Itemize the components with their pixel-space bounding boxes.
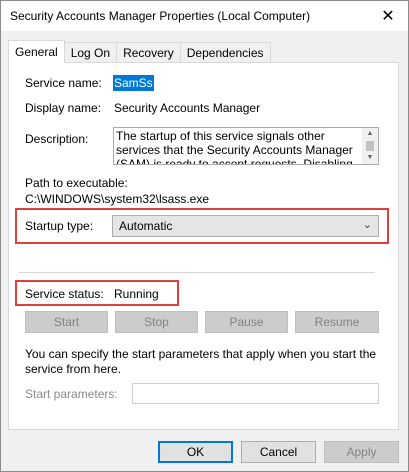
- tab-recovery[interactable]: Recovery: [116, 42, 181, 63]
- start-params-label: Start parameters:: [25, 387, 118, 401]
- close-icon: ✕: [381, 8, 395, 25]
- window-title: Security Accounts Manager Properties (Lo…: [10, 9, 311, 23]
- close-button[interactable]: ✕: [368, 1, 408, 31]
- start-button[interactable]: Start: [25, 311, 108, 333]
- description-scrollbar[interactable]: ▲ ▼: [362, 128, 378, 164]
- path-value: C:\WINDOWS\system32\lsass.exe: [25, 192, 210, 206]
- stop-button[interactable]: Stop: [115, 311, 198, 333]
- tab-strip: General Log On Recovery Dependencies: [8, 40, 271, 63]
- path-label: Path to executable:: [25, 176, 128, 190]
- description-textbox[interactable]: The startup of this service signals othe…: [113, 127, 379, 165]
- pause-button[interactable]: Pause: [205, 311, 288, 333]
- display-name-label: Display name:: [25, 101, 102, 115]
- title-bar[interactable]: Security Accounts Manager Properties (Lo…: [1, 1, 408, 31]
- description-text: The startup of this service signals othe…: [116, 129, 353, 165]
- scroll-up-arrow-icon[interactable]: ▲: [362, 128, 378, 140]
- service-status-label: Service status:: [25, 287, 104, 301]
- startup-type-label: Startup type:: [25, 219, 94, 233]
- ok-button[interactable]: OK: [158, 441, 233, 463]
- chevron-down-icon: ⌄: [362, 219, 372, 231]
- scroll-down-arrow-icon[interactable]: ▼: [362, 152, 378, 164]
- start-params-help-text: You can specify the start parameters tha…: [25, 347, 377, 376]
- service-name-value[interactable]: SamSs: [113, 75, 154, 91]
- service-status-value: Running: [114, 287, 159, 301]
- resume-button[interactable]: Resume: [295, 311, 379, 333]
- scroll-thumb[interactable]: [366, 141, 374, 151]
- tab-log-on[interactable]: Log On: [63, 42, 118, 63]
- apply-button[interactable]: Apply: [324, 441, 399, 463]
- properties-dialog: Security Accounts Manager Properties (Lo…: [0, 0, 409, 472]
- section-divider: [19, 272, 375, 273]
- start-params-input[interactable]: [132, 383, 379, 404]
- display-name-value[interactable]: Security Accounts Manager: [114, 101, 260, 115]
- description-label: Description:: [25, 132, 89, 146]
- startup-type-value: Automatic: [119, 219, 173, 233]
- tab-dependencies[interactable]: Dependencies: [179, 42, 271, 63]
- tab-general[interactable]: General: [8, 40, 65, 63]
- startup-type-dropdown[interactable]: Automatic ⌄: [112, 215, 379, 237]
- service-name-label: Service name:: [25, 76, 102, 90]
- cancel-button[interactable]: Cancel: [241, 441, 316, 463]
